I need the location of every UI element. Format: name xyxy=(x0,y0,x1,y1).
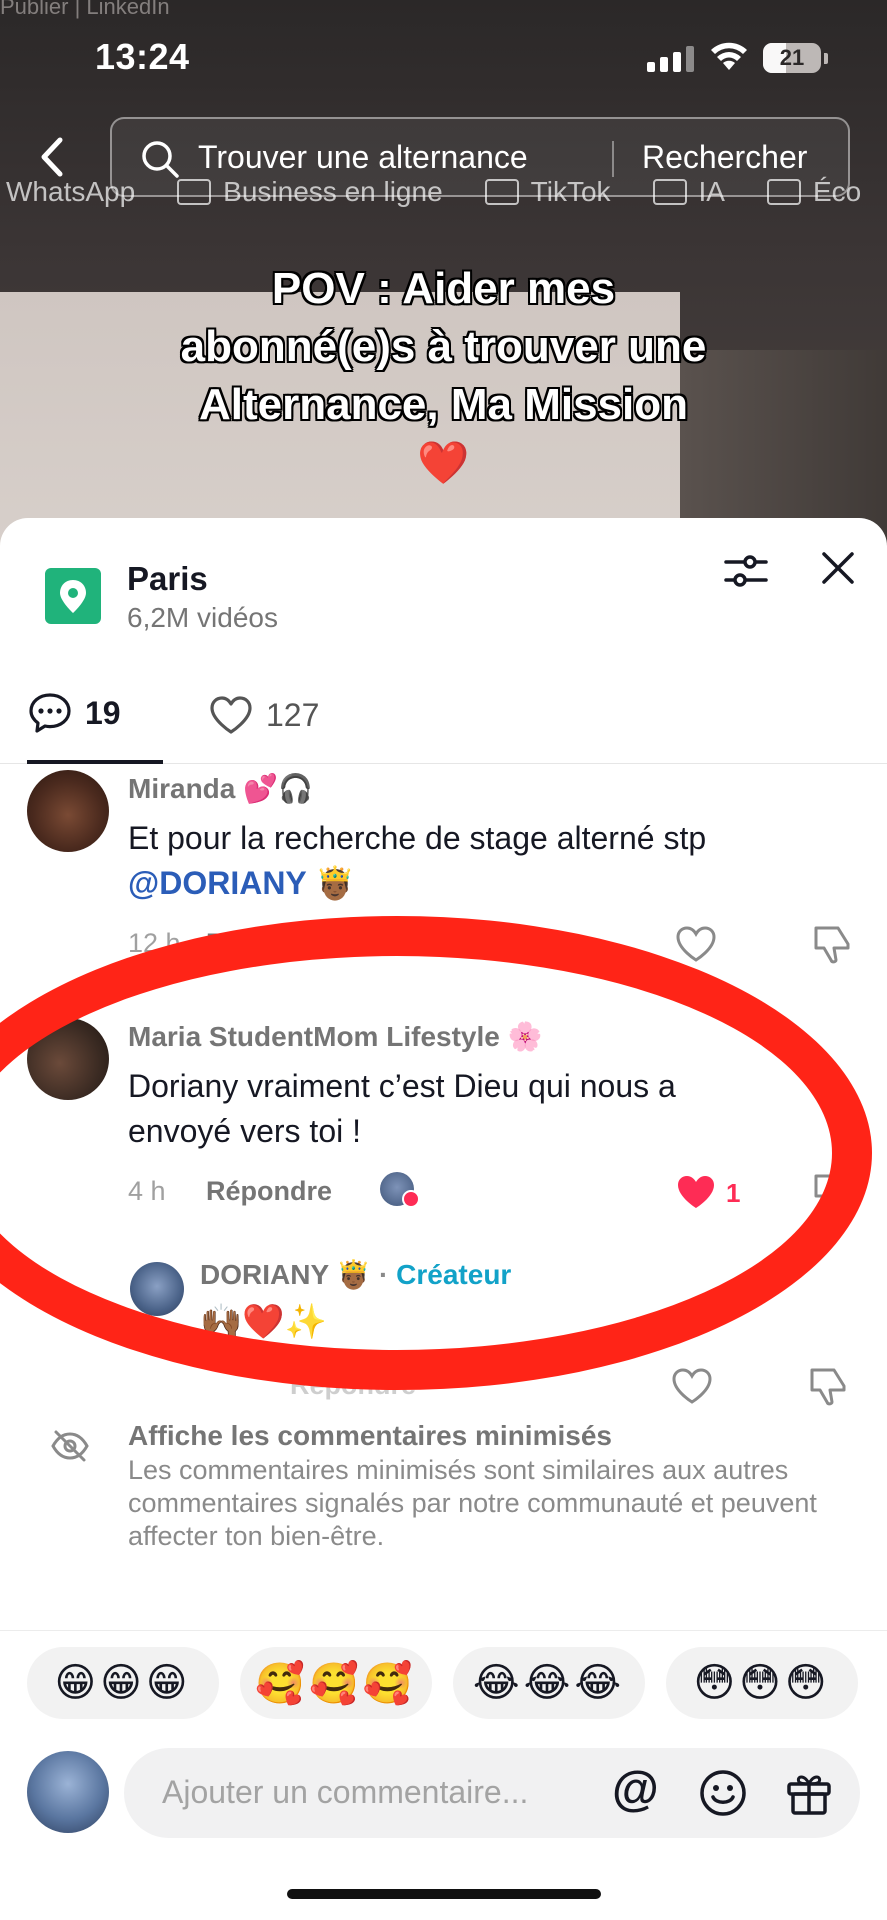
minimized-description: Les commentaires minimisés sont similair… xyxy=(128,1455,817,1551)
battery-level: 21 xyxy=(779,45,805,70)
bookmark-whatsapp: WhatsApp xyxy=(6,176,136,207)
bookmark-business: Business en ligne xyxy=(177,176,443,208)
creator-liked-heart-icon xyxy=(402,1190,420,1208)
thumbs-down-icon[interactable] xyxy=(810,922,854,966)
battery-icon: 21 xyxy=(763,43,821,73)
comment-input-placeholder[interactable]: Ajouter un commentaire... xyxy=(162,1774,528,1811)
comment-text: Et pour la recherche de stage alterné st… xyxy=(128,816,828,906)
quick-emoji-love[interactable]: 🥰🥰🥰 xyxy=(240,1647,432,1719)
quick-emoji-laugh[interactable]: 😂😂😂 xyxy=(453,1647,645,1719)
caption-line-2: abonné(e)s à trouver une xyxy=(180,322,707,371)
name-separator: · xyxy=(379,1259,389,1290)
status-time: 13:24 xyxy=(95,36,190,77)
cellular-signal-icon xyxy=(647,46,694,72)
comment-like-count: 1 xyxy=(726,1178,741,1208)
sheet-tabs: 19 127 xyxy=(0,666,887,764)
search-input[interactable]: Trouver une alternance xyxy=(198,139,528,176)
minimized-title[interactable]: Affiche les commentaires minimisés xyxy=(128,1420,612,1452)
heart-outline-icon[interactable] xyxy=(674,924,718,964)
comments-count: 19 xyxy=(85,694,121,731)
caption-line-3: Alternance, Ma Mission xyxy=(198,380,688,429)
eye-slash-icon xyxy=(51,1430,89,1462)
heart-filled-icon[interactable] xyxy=(674,1172,718,1212)
status-bar: 13:24 21 xyxy=(0,0,887,110)
reply-button[interactable]: Répondre xyxy=(206,1176,332,1207)
place-video-count: 6,2M vidéos xyxy=(127,602,278,633)
place-title[interactable]: Paris xyxy=(127,560,208,598)
bookmark-tiktok: TikTok xyxy=(484,176,611,208)
comment-mention[interactable]: @DORIANY 🤴🏾 xyxy=(128,865,355,901)
video-background: Publier | LinkedIn 13:24 21 Trouver une … xyxy=(0,0,887,560)
folder-icon xyxy=(484,179,519,205)
avatar[interactable] xyxy=(27,770,109,852)
bookmarks-bar: WhatsApp Business en ligne TikTok IA Éco xyxy=(6,172,887,212)
tab-comments[interactable]: 19 xyxy=(27,666,163,764)
reply-text: 🙌🏾❤️✨ xyxy=(200,1303,328,1341)
thumbs-down-icon[interactable] xyxy=(810,1170,854,1214)
heart-outline-icon[interactable] xyxy=(670,1366,714,1406)
wifi-icon xyxy=(711,42,747,70)
comment-time: 12 h xyxy=(128,928,181,958)
mention-at-button[interactable]: @ xyxy=(612,1762,659,1817)
reply-button[interactable]: Répondre xyxy=(290,1370,416,1401)
comment-composer: Ajouter un commentaire... @ xyxy=(0,1745,887,1845)
quick-emoji-flushed[interactable]: 😳😳😳 xyxy=(666,1647,858,1719)
comment-author[interactable]: Miranda 💕🎧 xyxy=(128,772,313,805)
creator-badge: Créateur xyxy=(396,1259,512,1290)
avatar[interactable] xyxy=(27,1018,109,1100)
search-button[interactable]: Rechercher xyxy=(642,139,807,176)
avatar[interactable] xyxy=(27,1751,109,1833)
caption-heart-emoji: ❤️ xyxy=(417,439,470,486)
comment-input[interactable]: Ajouter un commentaire... @ xyxy=(124,1748,860,1838)
filter-sliders-icon[interactable] xyxy=(722,548,770,596)
bookmark-eco: Éco xyxy=(766,176,861,208)
tab-likes[interactable]: 127 xyxy=(208,666,319,764)
folder-icon xyxy=(177,179,212,205)
quick-emoji-bar: 😁😁😁 🥰🥰🥰 😂😂😂 😳😳😳 xyxy=(0,1630,887,1734)
reply-author[interactable]: DORIANY 🤴🏾 · Créateur xyxy=(200,1258,511,1291)
heart-outline-icon xyxy=(210,696,252,734)
avatar[interactable] xyxy=(130,1262,184,1316)
comment-bubble-icon xyxy=(29,693,71,733)
comment-body: Et pour la recherche de stage alterné st… xyxy=(128,820,707,856)
likes-count: 127 xyxy=(266,696,320,733)
video-caption: POV : Aider mes abonné(e)s à trouver une… xyxy=(0,260,887,492)
folder-icon xyxy=(766,179,801,205)
quick-emoji-grin[interactable]: 😁😁😁 xyxy=(27,1647,219,1719)
folder-icon xyxy=(652,179,687,205)
location-pin-icon[interactable] xyxy=(45,568,101,624)
bookmark-ia: IA xyxy=(652,176,725,208)
comment-time: 4 h xyxy=(128,1176,166,1206)
caption-line-1: POV : Aider mes xyxy=(271,264,616,313)
comment-author[interactable]: Maria StudentMom Lifestyle 🌸 xyxy=(128,1020,542,1053)
thumbs-down-icon[interactable] xyxy=(806,1364,850,1408)
home-indicator[interactable] xyxy=(287,1889,601,1899)
gift-icon[interactable] xyxy=(784,1768,834,1818)
close-icon[interactable] xyxy=(816,546,860,590)
creator-name[interactable]: DORIANY 🤴🏾 xyxy=(200,1259,371,1290)
reply-button[interactable]: Répondre xyxy=(206,928,332,959)
comment-text: Doriany vraiment c’est Dieu qui nous a e… xyxy=(128,1068,676,1149)
emoji-smile-icon[interactable] xyxy=(698,1768,748,1818)
